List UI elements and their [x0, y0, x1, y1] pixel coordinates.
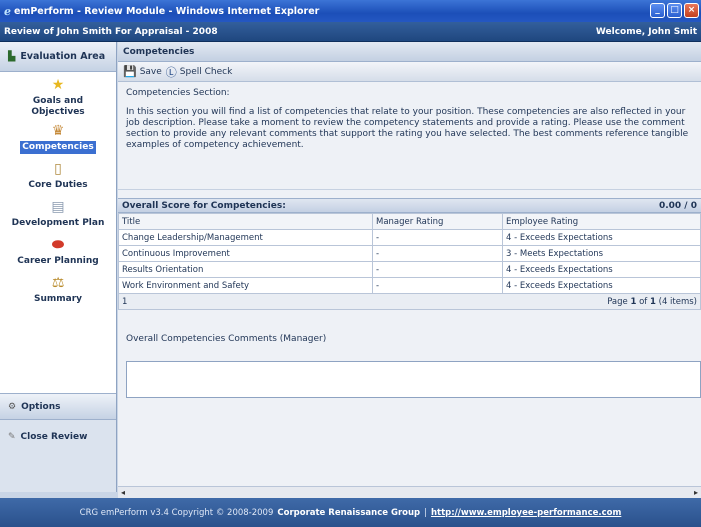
save-button[interactable]: 💾 Save — [123, 65, 162, 78]
row-manager-rating[interactable]: - — [372, 261, 503, 278]
options-button[interactable]: ⚙ Options — [0, 394, 116, 420]
toolbar: 💾 Save Ⓛ Spell Check — [118, 62, 701, 82]
sidebar-item-label: Development Plan — [11, 218, 105, 228]
chart-icon: ▤ — [51, 199, 65, 215]
table-pager: 1 Page 1 of 1 (4 items) — [118, 294, 701, 310]
save-label: Save — [139, 66, 162, 77]
col-employee-rating[interactable]: Employee Rating — [502, 213, 701, 230]
window-title: emPerform - Review Module - Windows Inte… — [14, 5, 320, 17]
maximize-icon[interactable]: □ — [667, 3, 682, 18]
window-titlebar: ℯ emPerform - Review Module - Windows In… — [0, 0, 701, 22]
sidebar-item-label: Career Planning — [17, 256, 99, 266]
save-icon: 💾 — [123, 65, 137, 78]
manager-comments-field[interactable] — [126, 361, 701, 398]
sidebar-item-competencies[interactable]: ♛ Competencies — [0, 122, 116, 155]
table-header-row: Title Manager Rating Employee Rating — [118, 213, 701, 230]
evaluation-icon: ▙ — [8, 51, 16, 62]
sidebar-item-summary[interactable]: ⚖ Summary — [0, 274, 116, 306]
minimize-icon[interactable]: _ — [650, 3, 665, 18]
sidebar: ▙ Evaluation Area ★ Goals and Objectives… — [0, 42, 117, 492]
row-manager-rating[interactable]: - — [372, 229, 503, 246]
intro-heading: Competencies Section: — [126, 88, 230, 98]
window-controls: _ □ × — [650, 3, 699, 18]
pager-total-pages: 1 — [650, 296, 656, 307]
scroll-left-icon[interactable]: ◂ — [118, 488, 128, 497]
sidebar-item-label: Summary — [33, 294, 83, 304]
overall-score-bar: Overall Score for Competencies: 0.00 / 0 — [118, 198, 701, 213]
comments-label: Overall Competencies Comments (Manager) — [126, 334, 327, 344]
table-row[interactable]: Results Orientation - 4 - Exceeds Expect… — [118, 261, 701, 278]
row-title[interactable]: Change Leadership/Management — [118, 229, 373, 246]
options-label: Options — [21, 401, 61, 412]
row-manager-rating[interactable]: - — [372, 245, 503, 262]
row-title[interactable]: Continuous Improvement — [118, 245, 373, 262]
horizontal-scrollbar[interactable]: ◂ ▸ — [118, 486, 701, 498]
close-review-label: Close Review — [20, 432, 88, 442]
close-review-icon: ✎ — [8, 432, 16, 442]
review-title: Review of John Smith For Appraisal - 200… — [4, 26, 218, 37]
scroll-right-icon[interactable]: ▸ — [691, 488, 701, 497]
ie-logo-icon: ℯ — [4, 4, 11, 18]
sidebar-item-core-duties[interactable]: ▯ Core Duties — [0, 160, 116, 192]
row-title[interactable]: Work Environment and Safety — [118, 277, 373, 294]
footer-copyright: CRG emPerform v3.4 Copyright © 2008-2009 — [79, 507, 274, 518]
main-panel: Competencies 💾 Save Ⓛ Spell Check Compet… — [118, 42, 701, 492]
trophy-icon: ♛ — [51, 123, 65, 139]
footer-company: Corporate Renaissance Group — [277, 507, 421, 518]
star-icon: ★ — [51, 77, 65, 93]
pager-prefix: Page — [607, 296, 628, 307]
sidebar-item-label: Competencies — [19, 140, 97, 155]
footer: CRG emPerform v3.4 Copyright © 2008-2009… — [0, 498, 701, 527]
table-row[interactable]: Continuous Improvement - 3 - Meets Expec… — [118, 245, 701, 262]
spell-check-label: Spell Check — [179, 66, 233, 77]
pager-of: of — [639, 296, 648, 307]
col-title[interactable]: Title — [118, 213, 373, 230]
table-row[interactable]: Change Leadership/Management - 4 - Excee… — [118, 229, 701, 246]
sidebar-item-label: Goals and Objectives — [31, 96, 85, 117]
row-title[interactable]: Results Orientation — [118, 261, 373, 278]
score-label: Overall Score for Competencies: — [122, 200, 286, 211]
spell-check-icon: Ⓛ — [165, 65, 177, 79]
sidebar-item-development-plan[interactable]: ▤ Development Plan — [0, 198, 116, 230]
row-employee-rating[interactable]: 3 - Meets Expectations — [502, 245, 701, 262]
pill-icon: ⬬ — [52, 237, 64, 253]
sidebar-item-label: Core Duties — [28, 180, 88, 190]
score-value: 0.00 / 0 — [658, 200, 697, 211]
row-manager-rating[interactable]: - — [372, 277, 503, 294]
row-employee-rating[interactable]: 4 - Exceeds Expectations — [502, 277, 701, 294]
evaluation-area-header[interactable]: ▙ Evaluation Area — [0, 42, 116, 72]
section-title: Competencies — [118, 42, 701, 62]
close-review-button[interactable]: ✎ Close Review — [0, 420, 116, 454]
footer-separator: | — [424, 507, 427, 518]
row-employee-rating[interactable]: 4 - Exceeds Expectations — [502, 261, 701, 278]
options-icon: ⚙ — [8, 401, 17, 412]
pager-page-link[interactable]: 1 — [122, 297, 127, 307]
col-manager-rating[interactable]: Manager Rating — [372, 213, 503, 230]
app-header: Review of John Smith For Appraisal - 200… — [0, 22, 701, 42]
clipboard-icon: ▯ — [54, 161, 62, 177]
scales-icon: ⚖ — [51, 275, 65, 291]
competencies-table: Title Manager Rating Employee Rating Cha… — [118, 213, 701, 294]
pager-summary: Page 1 of 1 (4 items) — [607, 297, 697, 307]
sidebar-item-career-planning[interactable]: ⬬ Career Planning — [0, 236, 116, 268]
table-row[interactable]: Work Environment and Safety - 4 - Exceed… — [118, 277, 701, 294]
welcome-text: Welcome, John Smit — [595, 26, 697, 37]
pager-items: (4 items) — [658, 296, 697, 307]
spell-check-button[interactable]: Ⓛ Spell Check — [166, 64, 233, 80]
pager-current-page: 1 — [630, 296, 637, 307]
close-icon[interactable]: × — [684, 3, 699, 18]
row-employee-rating[interactable]: 4 - Exceeds Expectations — [502, 229, 701, 246]
footer-url-link[interactable]: http://www.employee-performance.com — [431, 508, 621, 518]
evaluation-area-label: Evaluation Area — [20, 51, 106, 62]
intro-text: Competencies Section: In this section yo… — [118, 82, 701, 190]
sidebar-item-goals[interactable]: ★ Goals and Objectives — [0, 76, 116, 119]
intro-body: In this section you will find a list of … — [126, 107, 689, 150]
evaluation-nav: ★ Goals and Objectives ♛ Competencies ▯ … — [0, 72, 116, 394]
